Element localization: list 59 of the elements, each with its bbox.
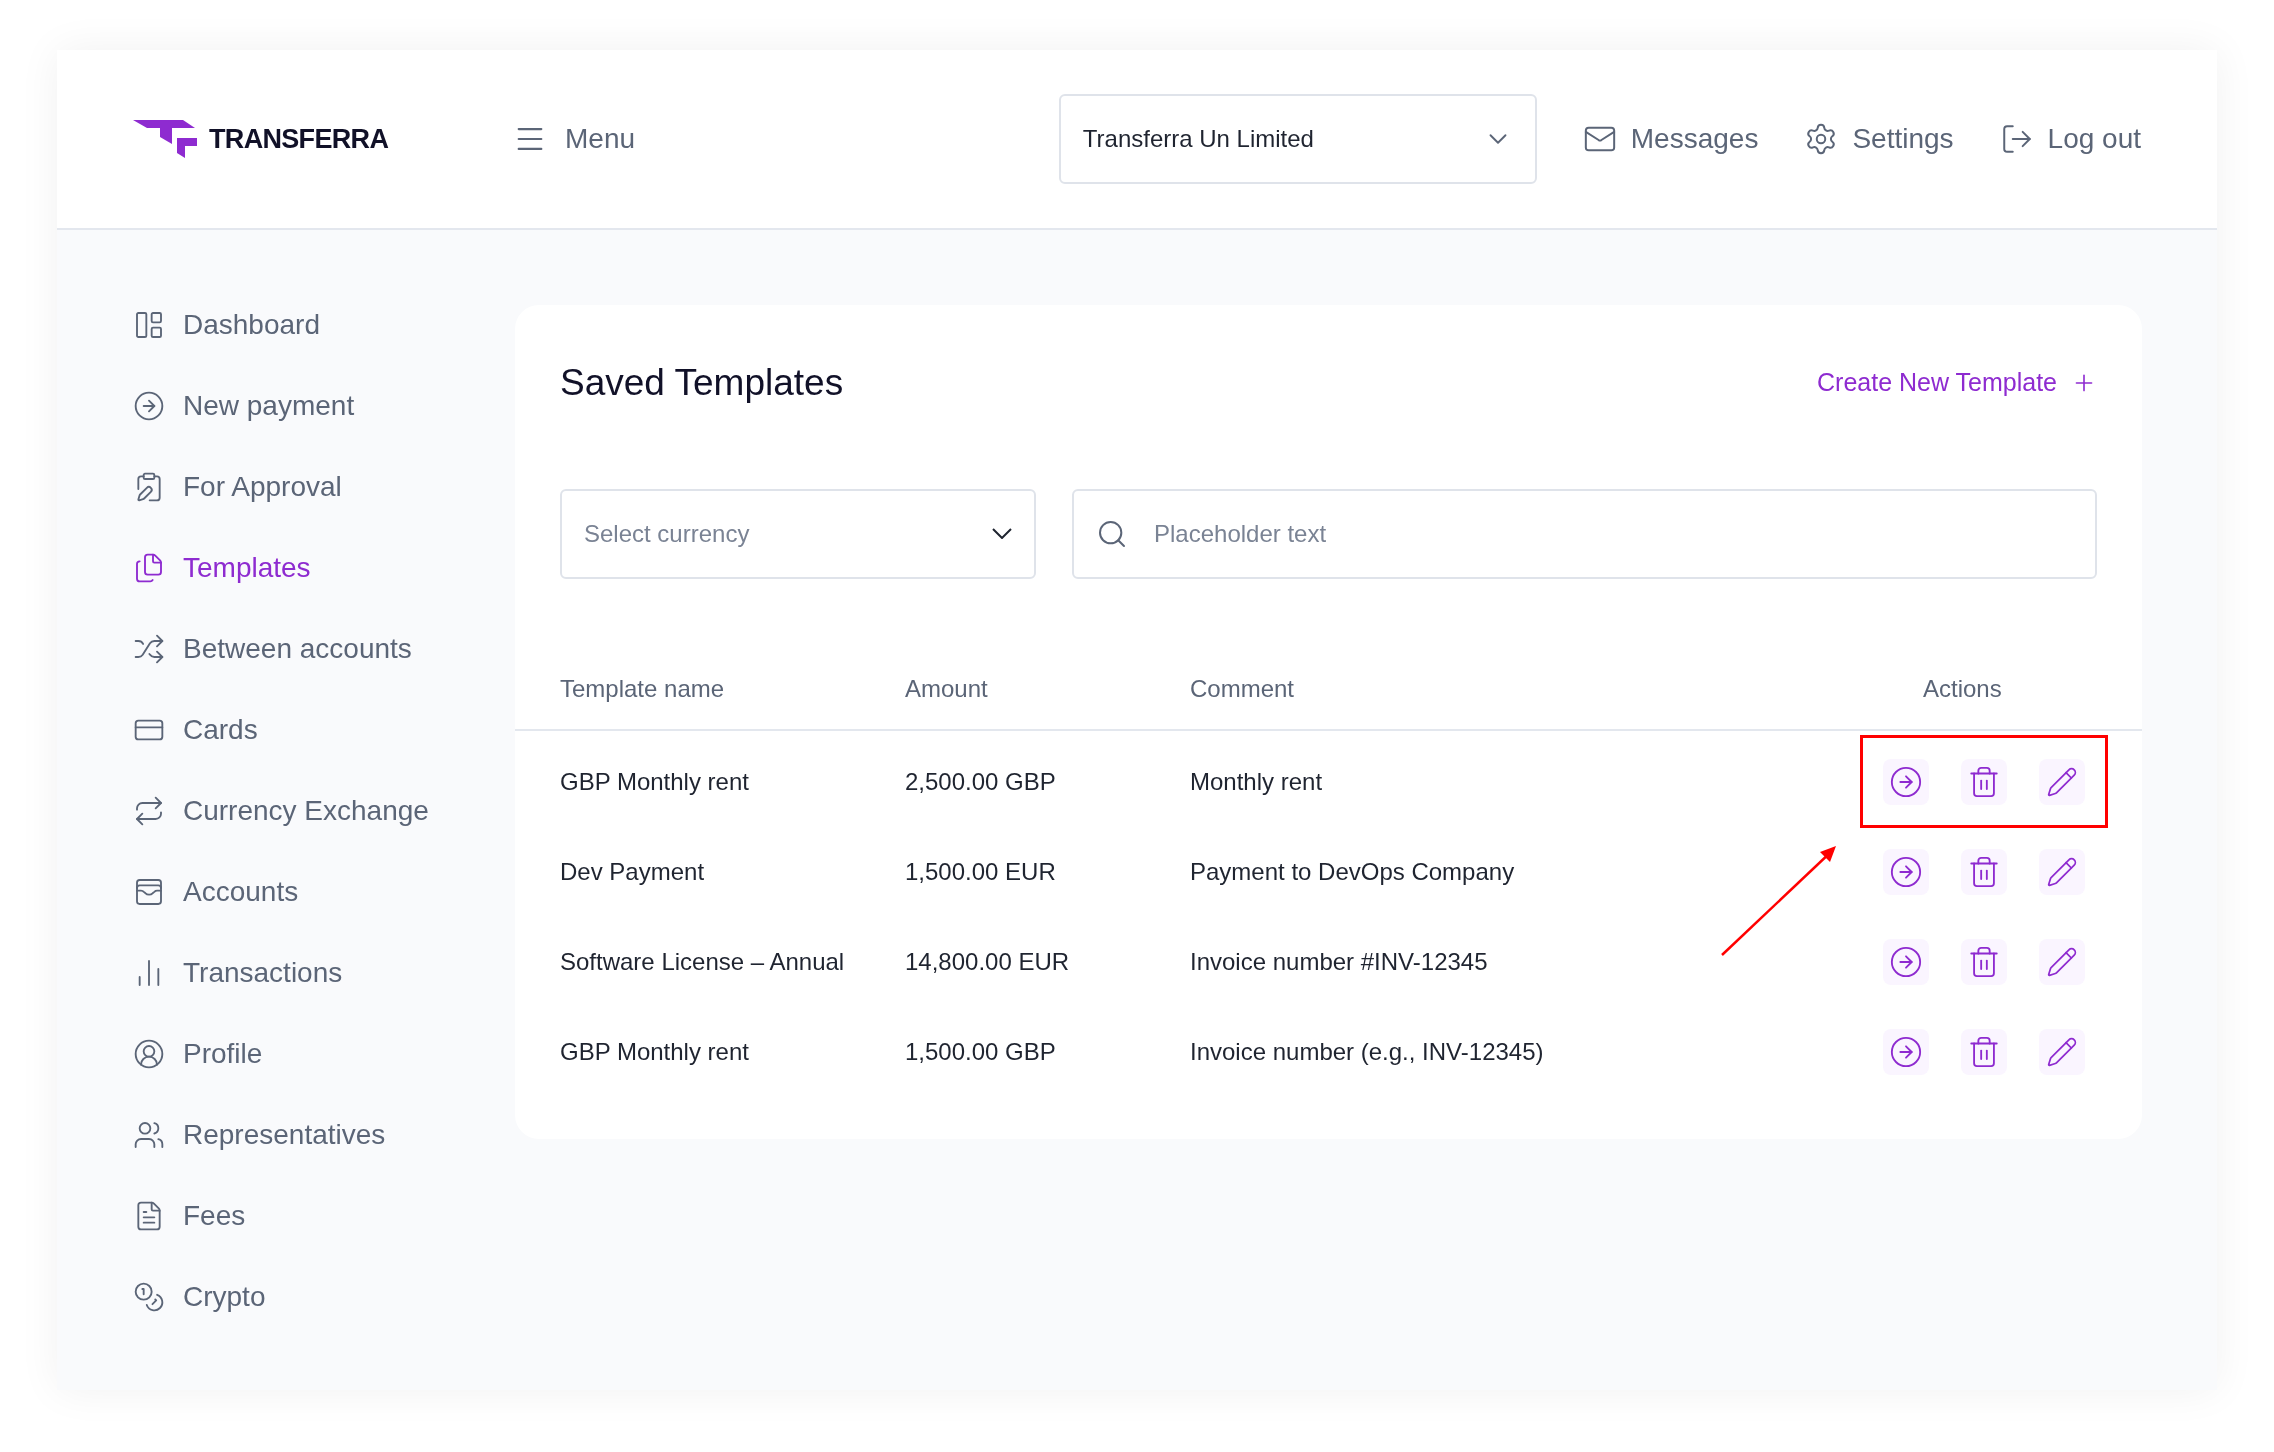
coins-icon [133,1280,165,1313]
column-header: Actions [1922,673,2002,704]
header-link[interactable]: Log out [1999,118,2141,160]
currency-select[interactable]: Select currency [560,488,1036,579]
table-cell: Payment to DevOps Company [1190,857,1515,885]
table-cell: GBP Monthly rent [560,767,749,795]
column-header: Amount [905,673,989,704]
header-link[interactable]: Settings [1804,118,1954,160]
sidebar-item[interactable]: Cards [133,689,515,770]
sidebar-item[interactable]: Transactions [133,932,515,1013]
sidebar-item[interactable]: Currency Exchange [133,770,515,851]
delete-button[interactable] [1961,1028,2007,1075]
delete-button[interactable] [1961,938,2007,985]
table-cell: 2,500.00 GBP [905,767,1056,795]
sidebar-item[interactable]: Crypto [133,1256,515,1337]
sidebar-item[interactable]: Fees [133,1175,515,1256]
delete-button[interactable] [1961,758,2007,805]
table-cell: Invoice number #INV-12345 [1190,947,1488,975]
create-template-link[interactable]: Create New Template [1817,364,2097,402]
company-select[interactable]: Transferra Un Limited [1058,94,1537,184]
sidebar-item[interactable]: Dashboard [133,284,515,365]
chevron-down-icon [992,528,1012,539]
user-circle-icon [133,1037,165,1070]
sidebar-item[interactable]: Accounts [133,851,515,932]
send-button[interactable] [1883,758,1929,805]
column-header: Comment [1190,673,1296,704]
menu-button[interactable]: Menu [513,118,636,160]
sidebar-item[interactable]: Profile [133,1013,515,1094]
search-field[interactable]: Placeholder text [1072,488,2097,579]
table-cell: 14,800.00 EUR [905,947,1070,975]
sidebar-item[interactable]: Templates [133,527,515,608]
transfer-icon [133,632,165,665]
table-cell: Monthly rent [1190,767,1323,795]
sidebar-item[interactable]: Representatives [133,1094,515,1175]
header-link[interactable]: Messages [1582,118,1759,160]
edit-button[interactable] [2039,1028,2085,1075]
table-cell: GBP Monthly rent [560,1037,749,1065]
edit-button[interactable] [2039,758,2085,805]
logo-text: TRANSFERRA [209,122,389,156]
column-header: Template name [560,673,726,704]
documents-icon [133,551,165,584]
exchange-icon [133,794,165,827]
edit-button[interactable] [2039,848,2085,895]
edit-button[interactable] [2039,938,2085,985]
table-cell: Dev Payment [560,857,705,885]
table-cell: 1,500.00 GBP [905,1037,1056,1065]
send-button[interactable] [1883,938,1929,985]
send-button[interactable] [1883,1028,1929,1075]
send-button[interactable] [1883,848,1929,895]
table-cell: Software License – Annual [560,947,845,975]
table-cell: Invoice number (e.g., INV-12345) [1190,1037,1544,1065]
logo-icon [133,120,199,158]
sidebar-item[interactable]: New payment [133,365,515,446]
sidebar-item[interactable]: For Approval [133,446,515,527]
delete-button[interactable] [1961,848,2007,895]
sidebar-item[interactable]: Between accounts [133,608,515,689]
table-cell: 1,500.00 EUR [905,857,1056,885]
page-title: Saved Templates [560,361,844,405]
arrow-circle-icon [133,389,165,422]
